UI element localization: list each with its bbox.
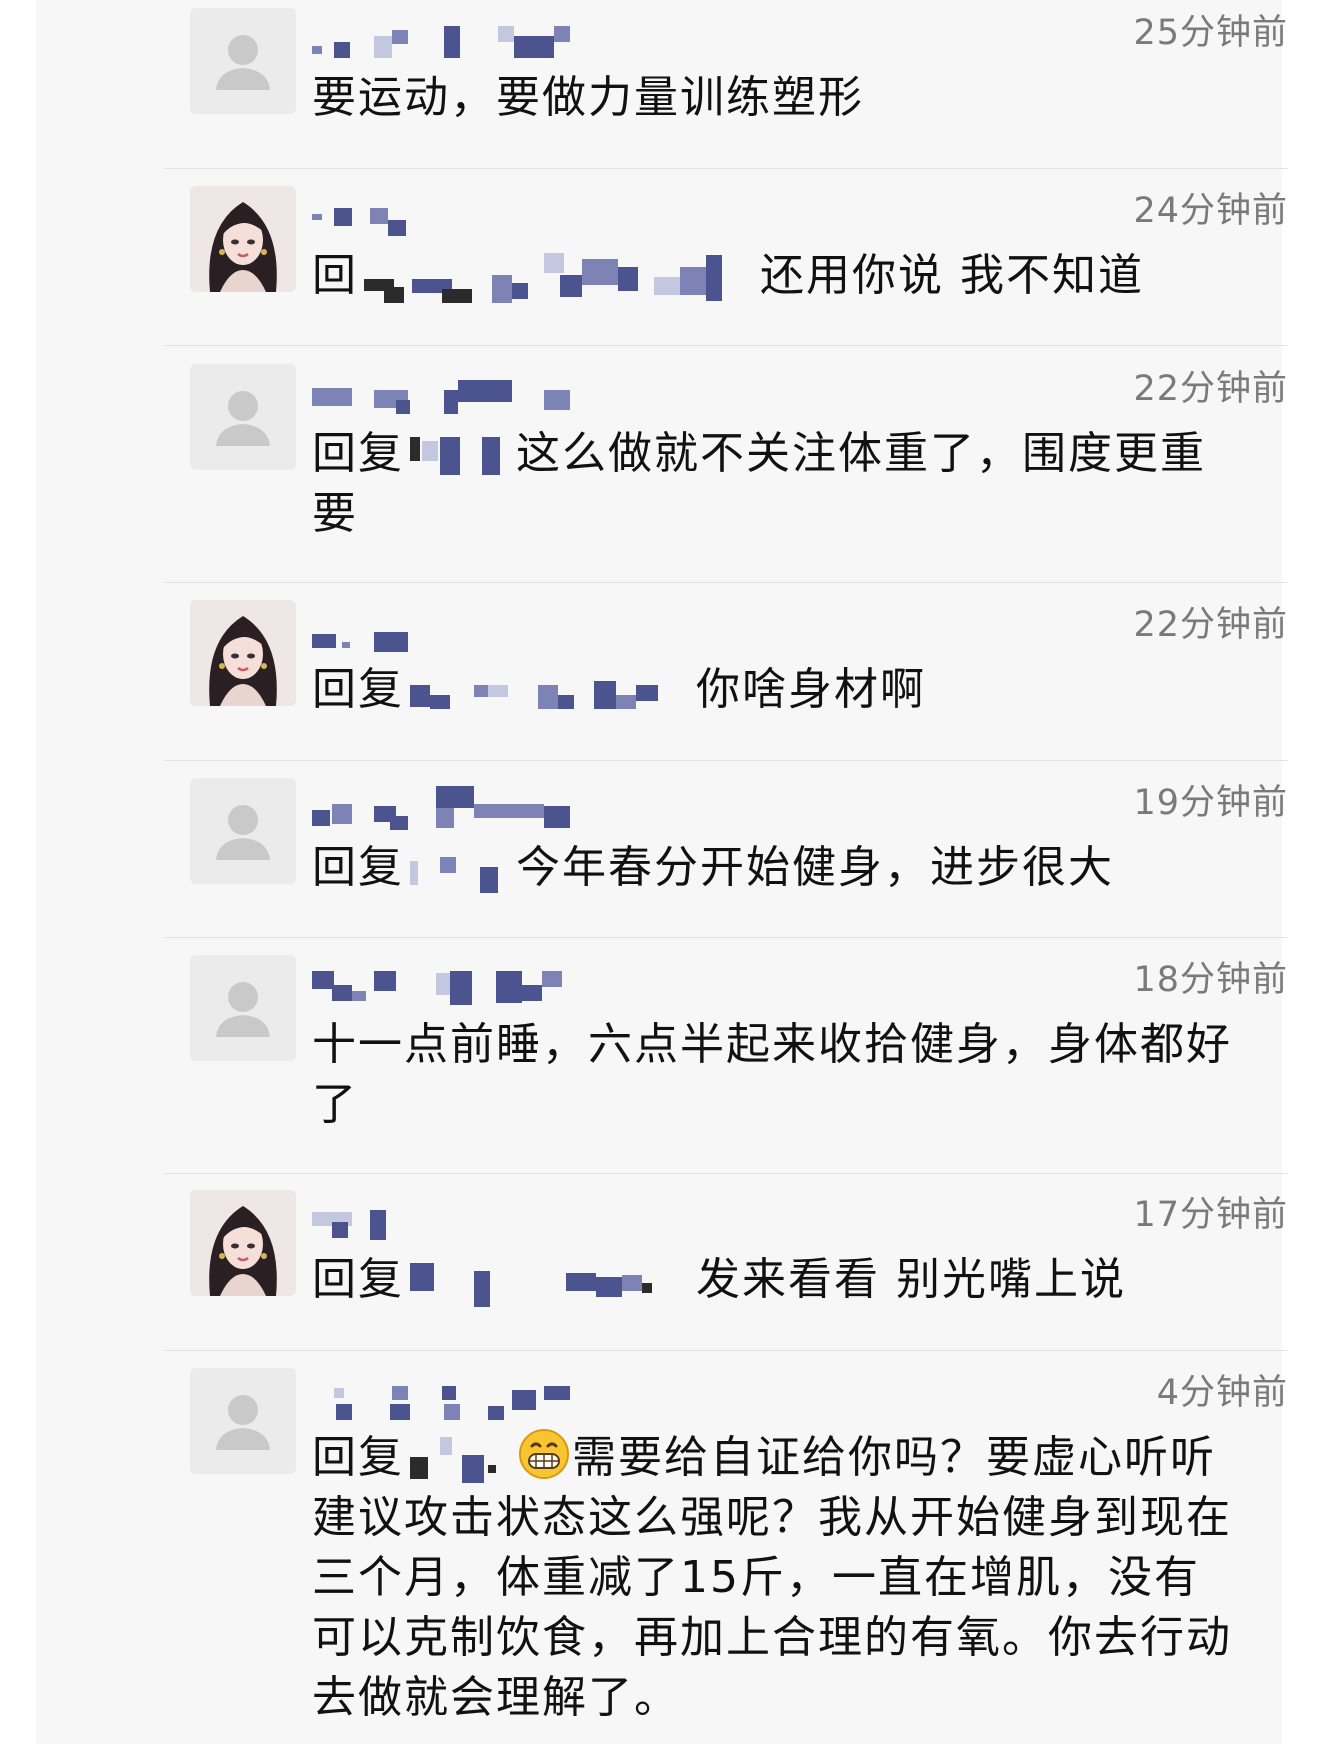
comment-item[interactable]: 22分钟前 回复 这么做就不关注体重了，围度更重要: [164, 364, 1288, 564]
reply-prefix: 回复: [312, 428, 404, 479]
comment-text: 回 还用你说 我不知道: [312, 246, 1288, 306]
comment-feed-page: 25分钟前 要运动，要做力量训练塑形 24分钟前 回 还用你说 我不知道 22分…: [0, 0, 1320, 1744]
comment-text: 回复 今年春分开始健身，进步很大: [312, 838, 1288, 898]
username-redacted[interactable]: [312, 786, 612, 830]
redacted-mention[interactable]: [364, 253, 754, 303]
comment-list-panel: 25分钟前 要运动，要做力量训练塑形 24分钟前 回 还用你说 我不知道 22分…: [36, 0, 1288, 1744]
comment-text-content: 要运动，要做力量训练塑形: [312, 72, 864, 123]
comment-text: 要运动，要做力量训练塑形: [312, 68, 1288, 128]
comment-text: 十一点前睡，六点半起来收拾健身，身体都好了: [312, 1015, 1288, 1135]
comment-divider: [164, 1350, 1288, 1351]
comment-item[interactable]: 4分钟前 回复 需要给自证给你吗？要虚心听听 建议攻击状态这么强呢？我从开始健身…: [164, 1368, 1288, 1744]
reply-prefix: 回复: [312, 1254, 404, 1305]
redacted-mention[interactable]: [410, 1435, 510, 1485]
username-redacted[interactable]: [312, 608, 612, 652]
username-redacted[interactable]: [312, 194, 612, 238]
default-user-avatar-icon[interactable]: [190, 955, 296, 1061]
illustrated-girl-avatar-icon[interactable]: [190, 186, 296, 292]
comment-item[interactable]: 25分钟前 要运动，要做力量训练塑形: [164, 8, 1288, 158]
comment-text-content: 还用你说 我不知道: [760, 250, 1144, 301]
default-user-avatar-icon[interactable]: [190, 778, 296, 884]
username-redacted[interactable]: [312, 1376, 612, 1420]
reply-prefix: 回复: [312, 664, 404, 715]
comment-text: 回复 发来看看 别光嘴上说: [312, 1250, 1288, 1310]
redacted-mention[interactable]: [410, 1257, 690, 1307]
comment-timestamp: 22分钟前: [1133, 369, 1288, 409]
reply-prefix: 回: [312, 250, 358, 301]
comment-text-content: 你啥身材啊: [696, 664, 926, 715]
redacted-mention[interactable]: [410, 667, 690, 717]
default-user-avatar-icon[interactable]: [190, 364, 296, 470]
illustrated-girl-avatar-icon[interactable]: [190, 600, 296, 706]
comment-divider: [164, 760, 1288, 761]
default-user-avatar-icon[interactable]: [190, 1368, 296, 1474]
comment-item[interactable]: 24分钟前 回 还用你说 我不知道: [164, 186, 1288, 326]
reply-prefix: 回复: [312, 842, 404, 893]
username-redacted[interactable]: [312, 1198, 612, 1242]
comment-text: 回复 你啥身材啊: [312, 660, 1288, 720]
comment-text-content: 了: [312, 1079, 358, 1130]
comment-timestamp: 4分钟前: [1156, 1373, 1288, 1413]
comment-text-content: 发来看看 别光嘴上说: [696, 1254, 1126, 1305]
comment-divider: [164, 582, 1288, 583]
redacted-mention[interactable]: [410, 431, 510, 481]
comment-divider: [164, 937, 1288, 938]
comment-text-content: 去做就会理解了。: [312, 1672, 680, 1723]
comment-text-content: 这么做就不关注体重了，围度更重: [516, 428, 1206, 479]
comment-text-content: 可以克制饮食，再加上合理的有氧。你去行动: [312, 1612, 1232, 1663]
comment-item[interactable]: 17分钟前 回复 发来看看 别光嘴上说: [164, 1190, 1288, 1330]
comment-item[interactable]: 18分钟前 十一点前睡，六点半起来收拾健身，身体都好了: [164, 955, 1288, 1155]
comment-item[interactable]: 19分钟前 回复 今年春分开始健身，进步很大: [164, 778, 1288, 918]
reply-prefix: 回复: [312, 1432, 404, 1483]
comment-text-content: 今年春分开始健身，进步很大: [516, 842, 1114, 893]
comment-text-content: 要: [312, 488, 358, 539]
comment-item[interactable]: 22分钟前 回复 你啥身材啊: [164, 600, 1288, 740]
default-user-avatar-icon[interactable]: [190, 8, 296, 114]
comment-timestamp: 17分钟前: [1133, 1195, 1288, 1235]
illustrated-girl-avatar-icon[interactable]: [190, 1190, 296, 1296]
comment-timestamp: 25分钟前: [1133, 13, 1288, 53]
grinning-face-emoji-icon: [518, 1428, 570, 1480]
comment-timestamp: 18分钟前: [1133, 960, 1288, 1000]
username-redacted[interactable]: [312, 16, 612, 60]
comment-text: 回复 需要给自证给你吗？要虚心听听建议攻击状态这么强呢？我从开始健身到现在 三个月…: [312, 1428, 1288, 1728]
username-redacted[interactable]: [312, 963, 612, 1007]
comment-timestamp: 19分钟前: [1133, 783, 1288, 823]
comment-timestamp: 22分钟前: [1133, 605, 1288, 645]
comment-text-content: 需要给自证给你吗？要虚心听听: [572, 1432, 1216, 1483]
comment-timestamp: 24分钟前: [1133, 191, 1288, 231]
comment-text-content: 建议攻击状态这么强呢？我从开始健身到现在: [312, 1492, 1232, 1543]
redacted-mention[interactable]: [410, 845, 510, 895]
comment-divider: [164, 1173, 1288, 1174]
comment-text: 回复 这么做就不关注体重了，围度更重要: [312, 424, 1288, 544]
comment-text-content: 三个月，体重减了15斤，一直在增肌，没有: [312, 1552, 1200, 1603]
comment-divider: [164, 345, 1288, 346]
username-redacted[interactable]: [312, 372, 612, 416]
comment-text-content: 十一点前睡，六点半起来收拾健身，身体都好: [312, 1019, 1232, 1070]
comment-divider: [164, 168, 1288, 169]
